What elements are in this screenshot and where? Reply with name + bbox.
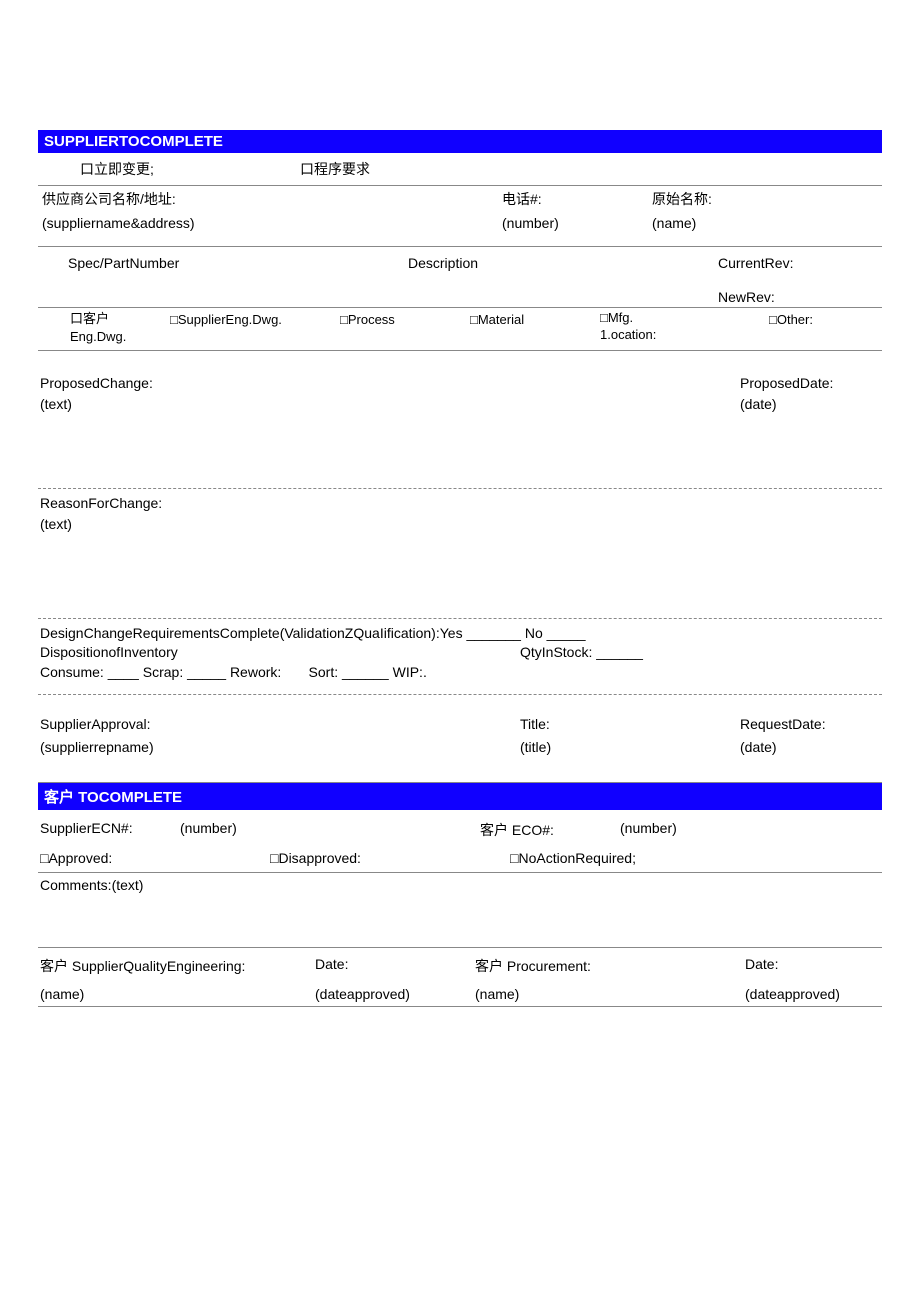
- customer-eng-dwg-option-l2: Eng.Dwg.: [70, 328, 170, 346]
- scrap-field[interactable]: Scrap:: [143, 664, 183, 680]
- consume-field[interactable]: Consume:: [40, 664, 104, 680]
- orig-name-label: 原始名称:: [652, 189, 878, 209]
- design-req-text[interactable]: DesignChangeRequirementsComplete(Validat…: [40, 625, 586, 641]
- supplier-ecn-label: SupplierECN#:: [40, 820, 180, 840]
- sa-title-value[interactable]: (title): [520, 736, 720, 758]
- supplier-contact-values: (suppliername&address) (number) (name): [38, 212, 882, 247]
- phone-label: 电话#:: [502, 189, 644, 209]
- supplier-eng-dwg-option[interactable]: □SupplierEng.Dwg.: [170, 310, 340, 346]
- no-action-option[interactable]: □NoActionRequired;: [510, 850, 880, 866]
- supplier-ecn-value[interactable]: (number): [180, 820, 480, 840]
- design-requirements-line: DesignChangeRequirementsComplete(Validat…: [38, 619, 882, 644]
- proposed-change-value[interactable]: (text): [40, 394, 720, 415]
- phone-value[interactable]: (number): [502, 215, 644, 231]
- supplier-header: SUPPLIERTOCOMPLETE: [38, 130, 258, 153]
- decision-row: □Approved: □Disapproved: □NoActionRequir…: [38, 846, 882, 873]
- blue-bar: [258, 130, 882, 153]
- proc-label: 客户 Procurement:: [475, 956, 745, 976]
- supplier-approval-label: SupplierApproval:: [40, 713, 520, 735]
- supplier-approval-row: SupplierApproval: (supplierrepname) Titl…: [38, 709, 882, 783]
- proc-name[interactable]: (name): [475, 986, 745, 1002]
- procedure-request-option[interactable]: 口程序要求: [300, 159, 880, 179]
- customer-eng-dwg-option-l1[interactable]: 口客户: [70, 310, 170, 328]
- supplier-header-row: SUPPLIERTOCOMPLETE: [38, 130, 882, 153]
- proposed-date-value[interactable]: (date): [740, 394, 880, 415]
- disposition-label: DispositionofInventory: [40, 644, 520, 660]
- proc-date-value[interactable]: (dateapproved): [745, 986, 880, 1002]
- comments-label: Comments:(text): [40, 877, 143, 893]
- reason-value[interactable]: (text): [40, 514, 880, 535]
- ecn-row: SupplierECN#: (number) 客户 ECO#: (number): [38, 810, 882, 846]
- new-rev-row: NewRev:: [38, 289, 882, 308]
- cust-eco-label: 客户 ECO#:: [480, 820, 620, 840]
- sa-date-label: RequestDate:: [740, 713, 880, 735]
- supplier-approval-value[interactable]: (supplierrepname): [40, 736, 520, 758]
- disposition-row1: DispositionofInventory QtyInStock: _____…: [38, 644, 882, 660]
- comments-box[interactable]: Comments:(text): [38, 873, 882, 948]
- sq-date-value[interactable]: (dateapproved): [315, 986, 475, 1002]
- disposition-row2: Consume: ____ Scrap: _____ Rework: Sort:…: [38, 660, 882, 695]
- new-rev-label: NewRev:: [688, 289, 882, 307]
- supplier-name-addr-value[interactable]: (suppliername&address): [42, 215, 494, 231]
- immediate-change-option[interactable]: 口立即变更;: [80, 159, 300, 179]
- wip-field[interactable]: WIP:.: [393, 664, 427, 680]
- change-area-row: 口客户 Eng.Dwg. □SupplierEng.Dwg. □Process …: [38, 308, 882, 351]
- proposed-change-label: ProposedChange:: [40, 373, 720, 394]
- mfg-location-option-l1[interactable]: □Mfg.: [600, 310, 700, 327]
- spec-row: Spec/PartNumber Description CurrentRev:: [38, 247, 882, 289]
- material-option[interactable]: □Material: [470, 310, 600, 346]
- supplier-contact-row: 供应商公司名称/地址: 电话#: 原始名称:: [38, 186, 882, 212]
- mfg-location-option-l2: 1.ocation:: [600, 327, 700, 344]
- sa-title-label: Title:: [520, 713, 720, 735]
- proc-date-label: Date:: [745, 956, 880, 976]
- sq-label: 客户 SupplierQualityEngineering:: [40, 956, 315, 976]
- approved-option[interactable]: □Approved:: [40, 850, 270, 866]
- change-type-row: 口立即变更; 口程序要求: [38, 153, 882, 186]
- cust-signatures-labels: 客户 SupplierQualityEngineering: Date: 客户 …: [38, 948, 882, 976]
- reason-box: ReasonForChange: (text): [38, 489, 882, 619]
- proposed-change-box: ProposedChange: (text) ProposedDate: (da…: [38, 369, 882, 489]
- disapproved-option[interactable]: □Disapproved:: [270, 850, 510, 866]
- other-option[interactable]: □Other:: [700, 310, 882, 346]
- proposed-date-label: ProposedDate:: [740, 373, 880, 394]
- orig-name-value[interactable]: (name): [652, 215, 878, 231]
- cust-eco-value[interactable]: (number): [620, 820, 880, 840]
- sq-name[interactable]: (name): [40, 986, 315, 1002]
- supplier-name-addr-label: 供应商公司名称/地址:: [42, 189, 494, 209]
- sq-date-label: Date:: [315, 956, 475, 976]
- qty-in-stock[interactable]: QtyInStock: ______: [520, 644, 880, 660]
- customer-header: 客户 TOCOMPLETE: [38, 783, 882, 810]
- process-option[interactable]: □Process: [340, 310, 470, 346]
- reason-label: ReasonForChange:: [40, 493, 880, 514]
- cust-signatures-values: (name) (dateapproved) (name) (dateapprov…: [38, 976, 882, 1007]
- sort-field[interactable]: Sort:: [309, 664, 339, 680]
- sa-date-value[interactable]: (date): [740, 736, 880, 758]
- description-label: Description: [408, 255, 688, 271]
- current-rev-label: CurrentRev:: [688, 255, 882, 271]
- rework-field[interactable]: Rework:: [230, 664, 281, 680]
- spec-part-label: Spec/PartNumber: [68, 255, 408, 271]
